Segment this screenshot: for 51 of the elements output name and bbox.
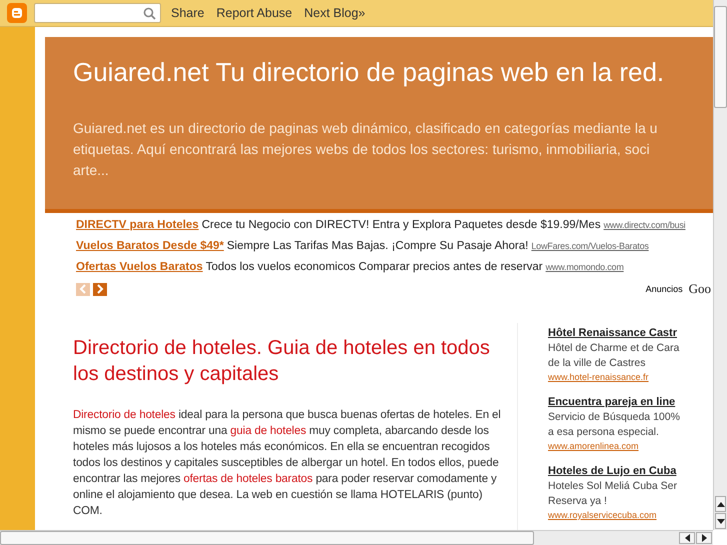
blog-title[interactable]: Guiared.net Tu directorio de paginas web en la red. — [73, 55, 664, 89]
search-icon[interactable] — [143, 6, 156, 20]
scrollbar-thumb[interactable] — [0, 531, 534, 545]
sidebar-ad-title[interactable]: Hoteles de Lujo en Cuba — [548, 463, 677, 479]
sidebar-ad-text: Hoteles Sol Meliá Cuba Ser — [548, 479, 677, 494]
navbar-link[interactable]: Next Blog» — [304, 6, 366, 20]
vertical-scrollbar[interactable] — [713, 0, 727, 530]
search-field[interactable] — [34, 3, 161, 23]
horizontal-scrollbar[interactable] — [0, 530, 713, 545]
scroll-right-button[interactable] — [696, 532, 712, 544]
down-triangle-icon — [716, 518, 724, 524]
ad-url-link[interactable]: www.directv.com/busi — [604, 215, 686, 236]
ad-url-link[interactable]: www.momondo.com — [546, 257, 624, 278]
blogger-logo-icon[interactable] — [7, 3, 27, 23]
ad-url-link[interactable]: LowFares.com/Vuelos-Baratos — [531, 236, 649, 257]
right-triangle-icon — [702, 534, 706, 542]
post-link[interactable]: Directorio de hoteles — [73, 409, 176, 421]
up-triangle-icon — [716, 502, 724, 506]
scroll-up-button[interactable] — [715, 496, 726, 512]
scrollbar-thumb[interactable] — [714, 6, 727, 108]
sidebar-ad-text: Servicio de Búsqueda 100% — [548, 410, 680, 425]
sidebar-ad-text: de la ville de Castres — [548, 356, 646, 371]
sidebar-ad-url[interactable]: www.royalservicecuba.com — [548, 509, 677, 522]
ads-label: Anuncios — [646, 284, 683, 294]
navbar-link[interactable]: Share — [171, 6, 204, 20]
post-link[interactable]: ofertas de hoteles baratos — [184, 473, 313, 485]
sidebar-ad-url[interactable]: www.hotel-renaissance.fr — [548, 371, 680, 384]
ad-title-link[interactable]: Ofertas Vuelos Baratos — [76, 257, 203, 278]
scroll-down-button[interactable] — [715, 513, 726, 529]
post-link[interactable]: guia de hoteles — [230, 425, 306, 437]
ads-logo[interactable]: Goo — [688, 281, 711, 297]
blog-description: arte... — [73, 161, 109, 180]
navbar-link[interactable]: Report Abuse — [216, 6, 292, 20]
ad-text: Todos los vuelos economicos Comparar precios antes de reservar — [206, 260, 543, 275]
sidebar-ad-title[interactable]: Hôtel Renaissance Castr — [548, 325, 680, 341]
ad-title-link[interactable]: DIRECTV para Hoteles — [76, 215, 199, 236]
sidebar-ad-title[interactable]: Encuentra pareja en line — [548, 394, 680, 410]
sidebar-ad-text: a esa persona especial. — [548, 425, 660, 440]
sidebar-ad-url[interactable]: www.amorenlinea.com — [548, 440, 680, 453]
next-ad-button[interactable] — [93, 282, 107, 296]
ad-text: Siempre Las Tarifas Mas Bajas. ¡Compre Su Pasaje Ahora! — [226, 239, 528, 254]
sidebar-ad-text: Reserva ya ! — [548, 494, 608, 509]
blog-description: Guiared.net es un directorio de paginas web dinámico, clasificado en categorías mediante la u — [73, 119, 658, 138]
ad-title-link[interactable]: Vuelos Baratos Desde $49* — [76, 236, 224, 257]
blog-description: etiquetas. Aquí encontrará las mejores webs de todos los sectores: turismo, inmobiliaria, soci — [73, 140, 650, 159]
left-triangle-icon — [684, 534, 690, 542]
sidebar-ad-text: Hôtel de Charme et de Cara — [548, 341, 680, 356]
ad-text: Crece tu Negocio con DIRECTV! Entra y Explora Paquetes desde $19.99/Mes — [202, 218, 601, 233]
post-paragraph: Directorio de hoteles ideal para la persona que busca buenas ofertas de hoteles. En el mismo se puede encontrar una guia de hoteles muy completa, abarcando desde los hoteles más lujosos a los hoteles más económicos. En ella se encuentran recogidos todos los destinos y capitales susceptibles de albergar un hotel. En todos ellos, puede encontrar las mejores ofertas de hoteles baratos para poder reservar comodamente y online el alojamiento que desea. La web en cuestión se llama HOTELARIS (punto) COM. — [73, 408, 502, 519]
scroll-left-button[interactable] — [679, 532, 695, 544]
post-title[interactable]: Directorio de hoteles. Guia de hoteles en todos los destinos y capitales — [73, 335, 503, 387]
